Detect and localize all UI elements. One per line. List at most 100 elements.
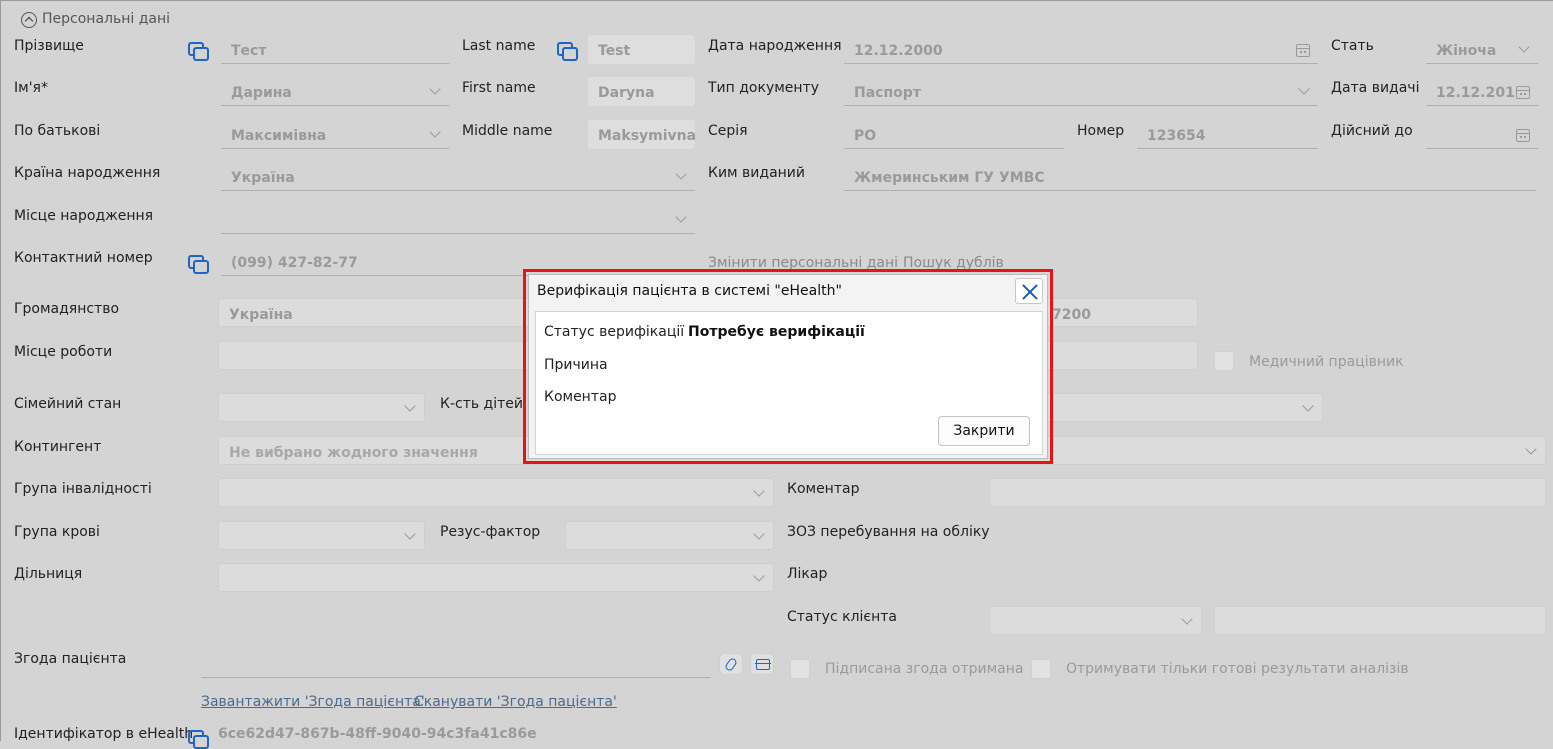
sex-select[interactable]: Жіноча <box>1426 35 1538 64</box>
client-status-select[interactable] <box>989 606 1202 635</box>
comment-field[interactable] <box>989 478 1546 507</box>
verification-status-value: Потребує верифікації <box>688 324 865 340</box>
client-status-label: Статус клієнта <box>787 609 897 625</box>
rh-factor-select[interactable] <box>565 521 774 550</box>
consent-label: Згода пацієнта <box>14 651 127 667</box>
district-label: Дільниця <box>14 566 83 582</box>
chevron-down-icon <box>675 211 687 223</box>
children-count-label: К-сть дітей <box>440 396 523 412</box>
signed-consent-label: Підписана згода отримана <box>825 661 1024 677</box>
middle-name-label: Middle name <box>462 123 553 139</box>
chevron-down-icon <box>753 485 765 497</box>
ready-results-label: Отримувати тільки готові результати анал… <box>1066 661 1409 677</box>
number-label: Номер <box>1077 123 1125 139</box>
disability-group-label: Група інвалідності <box>14 481 152 497</box>
chevron-down-icon <box>1298 83 1310 95</box>
last-name-field: Test <box>588 35 695 64</box>
birth-date-label: Дата народження <box>708 38 842 54</box>
copy-phone-icon[interactable] <box>188 255 209 274</box>
partial-field[interactable]: 7200 <box>1041 298 1198 327</box>
calendar-icon[interactable] <box>1296 44 1310 57</box>
issued-by-label: Ким виданий <box>708 165 806 181</box>
medical-worker-checkbox[interactable] <box>1214 351 1234 371</box>
patronymic-label: По батькові <box>14 123 101 139</box>
collapse-section-icon[interactable] <box>21 12 37 28</box>
rh-factor-label: Резус-фактор <box>440 524 541 540</box>
doctor-label: Лікар <box>787 566 828 582</box>
citizenship-field[interactable]: Україна <box>218 298 538 327</box>
issued-by-field[interactable]: Жмеринським ГУ УМВС <box>844 162 1536 191</box>
number-field[interactable]: 123654 <box>1137 120 1318 149</box>
chevron-down-icon <box>1181 613 1193 625</box>
chevron-down-icon <box>1518 41 1530 53</box>
children-extra-select[interactable] <box>1041 393 1323 422</box>
dialog-body: Статус верифікації Потребує верифікації … <box>535 311 1043 455</box>
surname-field[interactable]: Тест <box>221 35 449 64</box>
chevron-down-icon <box>404 528 416 540</box>
paperclip-icon <box>723 656 739 673</box>
citizenship-label: Громадянство <box>14 301 120 317</box>
attach-button[interactable] <box>719 653 743 675</box>
verification-dialog: Верифікація пацієнта в системі "eHealth"… <box>528 274 1048 459</box>
chevron-down-icon <box>429 126 441 138</box>
scan-button[interactable] <box>750 653 774 675</box>
calendar-icon[interactable] <box>1516 86 1530 99</box>
calendar-icon[interactable] <box>1516 129 1530 142</box>
consent-field[interactable] <box>201 649 711 678</box>
upload-consent-link[interactable]: Завантажити 'Згода пацієнта' <box>201 694 425 710</box>
issue-date-label: Дата видачі <box>1331 80 1420 96</box>
copy-surname-icon[interactable] <box>188 42 209 61</box>
valid-until-label: Дійсний до <box>1331 123 1413 139</box>
ehealth-id-label: Ідентифікатор в eHealth <box>14 726 194 742</box>
section-title: Персональні дані <box>42 11 171 27</box>
first-name-ua-select[interactable]: Дарина <box>221 77 449 106</box>
close-icon[interactable] <box>1015 278 1043 304</box>
first-name-field: Daryna <box>588 77 695 106</box>
birth-country-select[interactable]: Україна <box>221 162 695 191</box>
client-status-extra-field[interactable] <box>1214 606 1546 635</box>
dialog-title: Верифікація пацієнта в системі "eHealth" <box>537 283 842 299</box>
chevron-down-icon <box>1525 443 1537 455</box>
comment-label: Коментар <box>787 481 860 497</box>
phone-label: Контактний номер <box>14 250 153 266</box>
chevron-down-icon <box>404 400 416 412</box>
chevron-down-icon <box>753 528 765 540</box>
issue-date-field[interactable]: 12.12.201 <box>1426 77 1538 106</box>
district-select[interactable] <box>218 563 774 592</box>
birth-country-label: Країна народження <box>14 165 161 181</box>
first-name-label: First name <box>462 80 536 96</box>
marital-status-label: Сімейний стан <box>14 396 122 412</box>
close-button[interactable]: Закрити <box>938 416 1030 446</box>
chevron-down-icon <box>429 83 441 95</box>
workplace-label: Місце роботи <box>14 344 113 360</box>
birth-date-field[interactable]: 12.12.2000 <box>844 35 1318 64</box>
valid-until-field[interactable] <box>1426 120 1538 149</box>
chevron-down-icon <box>1302 400 1314 412</box>
signed-consent-checkbox[interactable] <box>790 659 810 679</box>
marital-status-select[interactable] <box>218 393 425 422</box>
reason-label: Причина <box>544 357 608 373</box>
birth-place-select[interactable] <box>221 205 695 234</box>
series-label: Серія <box>708 123 748 139</box>
sex-label: Стать <box>1331 38 1374 54</box>
scanner-icon <box>755 659 771 670</box>
series-field[interactable]: РО <box>844 120 1064 149</box>
ready-results-checkbox[interactable] <box>1031 659 1051 679</box>
blood-group-select[interactable] <box>218 521 425 550</box>
birth-place-label: Місце народження <box>14 208 154 224</box>
chevron-down-icon <box>753 570 765 582</box>
patronymic-select[interactable]: Максимівна <box>221 120 449 149</box>
copy-last-name-icon[interactable] <box>557 42 578 61</box>
dialog-comment-label: Коментар <box>544 389 617 405</box>
workplace-extra-field[interactable] <box>1041 341 1198 370</box>
doc-type-select[interactable]: Паспорт <box>844 77 1318 106</box>
workplace-field[interactable] <box>218 341 538 370</box>
middle-name-field: Maksymivna <box>588 120 695 149</box>
scan-consent-link[interactable]: Сканувати 'Згода пацієнта' <box>414 694 617 710</box>
verification-status-label: Статус верифікації <box>544 324 685 340</box>
contingent-label: Контингент <box>14 439 102 455</box>
disability-group-select[interactable] <box>218 478 774 507</box>
copy-ehealth-id-icon[interactable] <box>188 730 209 749</box>
medical-worker-label: Медичний працівник <box>1249 354 1404 370</box>
last-name-label: Last name <box>462 38 536 54</box>
